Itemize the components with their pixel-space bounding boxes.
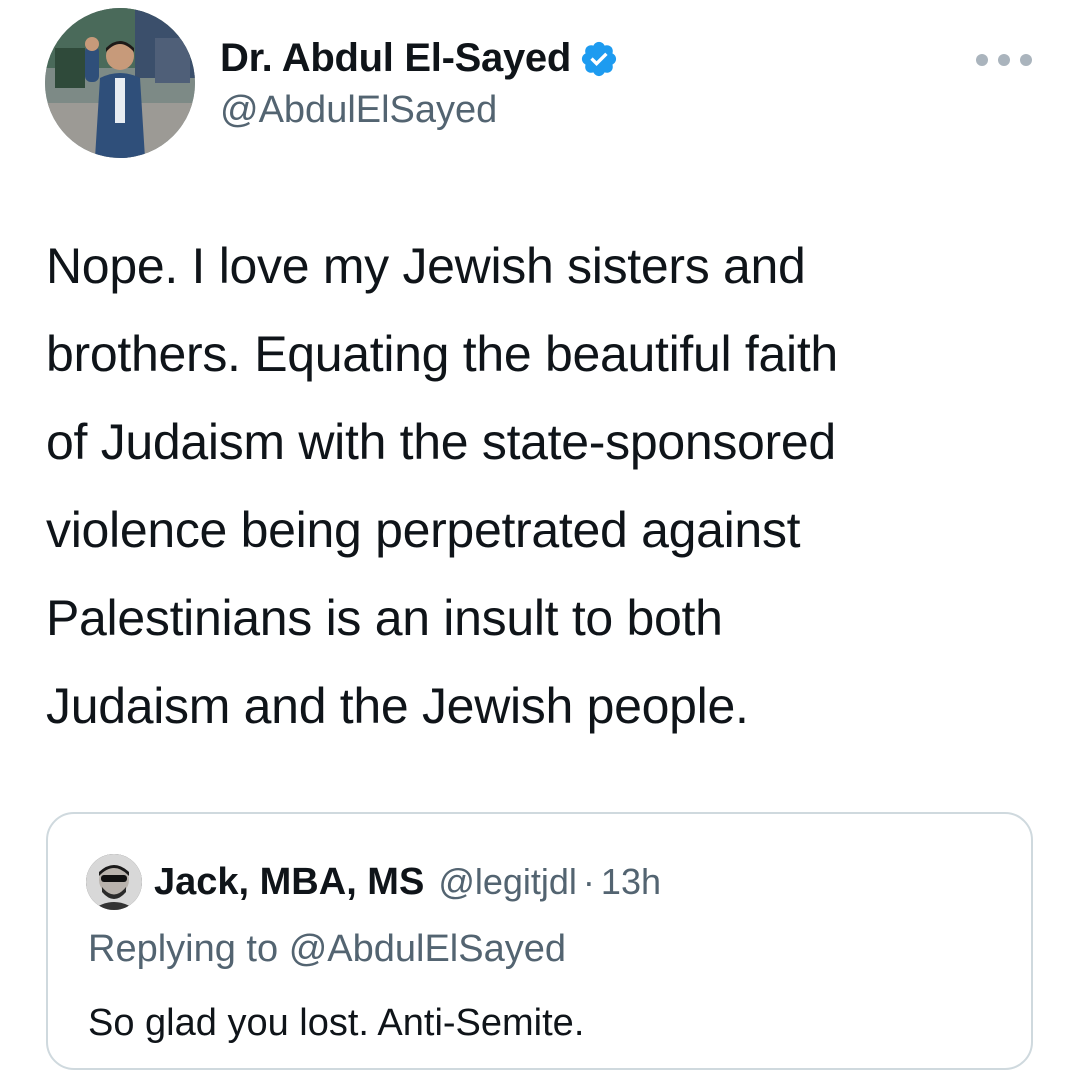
author-handle[interactable]: @AbdulElSayed [220, 89, 619, 132]
quoted-author-handle[interactable]: @legitjdl [438, 861, 577, 903]
tweet-text-line: of Judaism with the state-sponsored [46, 414, 836, 470]
tweet-text-line: violence being perpetrated against [46, 502, 801, 558]
quoted-tweet[interactable]: Jack, MBA, MS @legitjdl · 13h Replying t… [46, 812, 1033, 1070]
quoted-timestamp[interactable]: 13h [601, 861, 661, 903]
quoted-tweet-text: So glad you lost. Anti-Semite. [88, 1002, 585, 1044]
quoted-author-avatar[interactable] [86, 854, 142, 910]
author-avatar-image [45, 8, 195, 158]
tweet-text: Nope. I love my Jewish sisters and broth… [46, 222, 1046, 750]
replying-to-handle[interactable]: @AbdulElSayed [289, 928, 566, 970]
quoted-tweet-header: Jack, MBA, MS @legitjdl · 13h [86, 854, 661, 910]
author-name-row: Dr. Abdul El-Sayed [220, 36, 619, 81]
replying-to-line: Replying to @AbdulElSayed [88, 928, 566, 971]
tweet-text-line: Palestinians is an insult to both [46, 590, 723, 646]
tweet-text-line: Judaism and the Jewish people. [46, 678, 749, 734]
tweet-text-line: brothers. Equating the beautiful faith [46, 326, 838, 382]
quoted-author-avatar-image [86, 854, 142, 910]
more-dot [976, 54, 988, 66]
author-display-name[interactable]: Dr. Abdul El-Sayed [220, 36, 571, 81]
quoted-author-display-name[interactable]: Jack, MBA, MS [154, 861, 424, 904]
tweet-card: Dr. Abdul El-Sayed @AbdulElSayed Nope. I… [0, 0, 1080, 1080]
author-avatar[interactable] [45, 8, 195, 158]
verified-badge-icon [581, 41, 617, 76]
tweet-text-line: Nope. I love my Jewish sisters and [46, 238, 806, 294]
more-dot [998, 54, 1010, 66]
more-dot [1020, 54, 1032, 66]
replying-to-label: Replying to [88, 928, 279, 970]
quoted-separator: · [582, 861, 595, 902]
more-options-icon[interactable] [976, 48, 1032, 72]
author-block: Dr. Abdul El-Sayed @AbdulElSayed [220, 36, 619, 132]
